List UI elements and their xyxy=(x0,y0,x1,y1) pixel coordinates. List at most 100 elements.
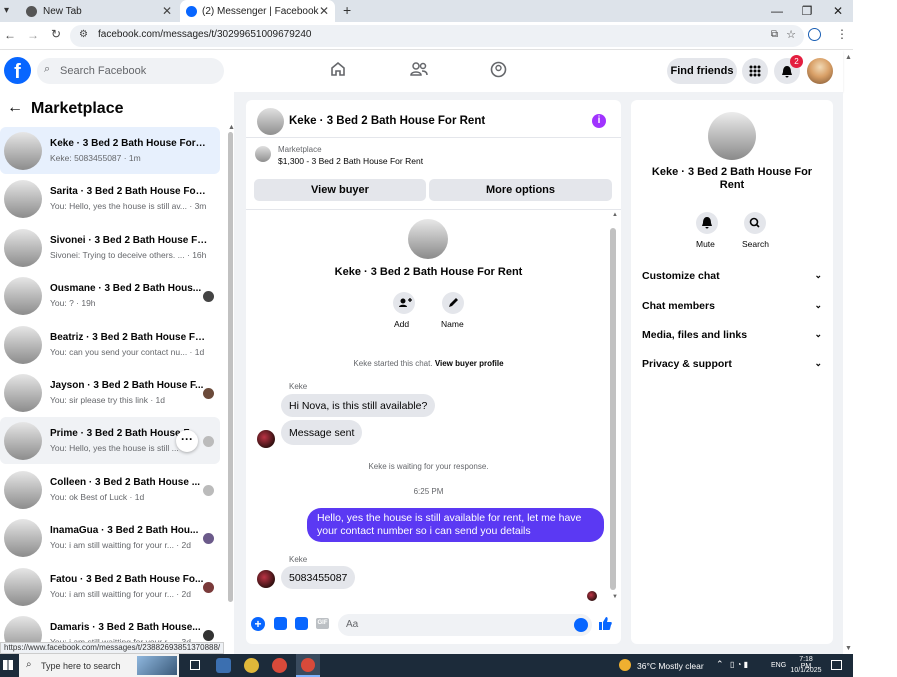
search-label: Search xyxy=(742,239,769,249)
my-message-bubble[interactable]: Hello, yes the house is still available … xyxy=(307,508,604,542)
page-scroll-down-icon[interactable]: ▼ xyxy=(845,645,852,652)
account-avatar[interactable] xyxy=(807,58,833,84)
taskbar-search[interactable]: ⌕ Type here to search xyxy=(19,654,179,677)
profile-avatar[interactable] xyxy=(408,219,448,259)
scroll-up-icon[interactable]: ▲ xyxy=(228,124,235,131)
tray-icons[interactable]: ▯ ◔ ▮ xyxy=(730,660,748,669)
conversation-item[interactable]: Jayson · 3 Bed 2 Bath House F... You: sir… xyxy=(0,369,220,416)
tab-list-chevron-icon[interactable]: ▾ xyxy=(4,5,9,16)
scroll-down-icon[interactable]: ▼ xyxy=(612,594,618,600)
read-receipt-avatar xyxy=(203,484,214,496)
tab-messenger[interactable]: (2) Messenger | Facebook ✕ xyxy=(180,0,335,22)
row-label: Customize chat xyxy=(642,270,720,282)
groups-icon[interactable] xyxy=(490,61,507,78)
conversation-item[interactable]: Keke · 3 Bed 2 Bath House For R... Keke: … xyxy=(0,127,220,174)
close-tab-icon[interactable]: ✕ xyxy=(319,4,329,18)
view-buyer-button[interactable]: View buyer xyxy=(254,179,426,201)
desktop-background xyxy=(853,0,897,677)
message-input[interactable]: Aa xyxy=(338,614,592,636)
sender-avatar[interactable] xyxy=(257,570,275,588)
info-icon[interactable]: i xyxy=(592,114,606,128)
more-options-button[interactable]: More options xyxy=(429,179,612,201)
close-tab-icon[interactable]: ✕ xyxy=(162,4,172,18)
conversation-item[interactable]: Beatriz · 3 Bed 2 Bath House For... You: … xyxy=(0,321,220,368)
message-bubble[interactable]: Hi Nova, is this still available? xyxy=(281,394,436,417)
like-thumb-icon[interactable] xyxy=(598,616,613,631)
gif-icon[interactable]: GIF xyxy=(316,618,329,629)
sidebar-scrollbar[interactable] xyxy=(228,132,233,602)
back-arrow-icon[interactable]: ← xyxy=(7,99,23,117)
reload-icon[interactable]: ↻ xyxy=(51,27,61,41)
clock-date[interactable]: 10/1/2025 xyxy=(789,667,823,674)
bookmark-star-icon[interactable]: ☆ xyxy=(786,28,796,41)
sticker-icon[interactable] xyxy=(295,617,308,630)
conversation-item[interactable]: Sivonei · 3 Bed 2 Bath House For... Sivon… xyxy=(0,224,220,271)
friends-icon[interactable] xyxy=(410,61,428,77)
edit-name-button[interactable] xyxy=(442,292,464,314)
tab-new-tab[interactable]: New Tab ✕ xyxy=(18,0,178,22)
notifications-bell-icon[interactable]: 2 xyxy=(774,55,803,84)
restore-button[interactable]: ❐ xyxy=(792,0,822,22)
photo-icon[interactable] xyxy=(274,617,287,630)
address-bar[interactable]: ⚙ facebook.com/messages/t/30299651009679… xyxy=(70,25,804,47)
menu-grid-icon[interactable] xyxy=(742,58,768,84)
conversation-avatar xyxy=(4,470,42,509)
file-explorer-icon[interactable] xyxy=(216,658,231,673)
customize-chat-row[interactable]: Customize chat ⌄ xyxy=(642,270,822,282)
weather-text[interactable]: 36°C Mostly clear xyxy=(637,661,704,671)
listing-price[interactable]: $1,300 - 3 Bed 2 Bath House For Rent xyxy=(278,156,423,166)
view-buyer-profile-link[interactable]: View buyer profile xyxy=(435,359,504,368)
minimize-button[interactable]: — xyxy=(762,0,792,22)
conversation-avatar xyxy=(4,180,42,219)
new-tab-button[interactable]: + xyxy=(343,2,351,18)
chat-avatar[interactable] xyxy=(257,108,284,135)
windows-start-icon[interactable] xyxy=(3,660,13,670)
chat-title[interactable]: Keke · 3 Bed 2 Bath House For Rent xyxy=(289,115,485,127)
conversation-item[interactable]: Colleen · 3 Bed 2 Bath House ... You: ok … xyxy=(0,466,220,513)
sender-name: Keke xyxy=(289,382,308,391)
facebook-logo-icon[interactable]: f xyxy=(4,57,31,84)
conversation-snippet: Keke: 5083455087 · 1m xyxy=(50,153,141,163)
chrome-active-icon[interactable] xyxy=(296,654,320,677)
conversation-item[interactable]: Fatou · 3 Bed 2 Bath House Fo... You: i a… xyxy=(0,563,220,610)
weather-icon[interactable] xyxy=(619,659,631,671)
chat-members-row[interactable]: Chat members ⌄ xyxy=(642,300,822,312)
sender-avatar[interactable] xyxy=(257,430,275,448)
site-info-icon[interactable]: ⚙ xyxy=(79,29,88,40)
search-in-chat-button[interactable] xyxy=(744,212,766,234)
message-bubble[interactable]: Message sent xyxy=(281,420,363,445)
install-app-icon[interactable]: ⧉ xyxy=(771,29,778,40)
close-window-button[interactable]: ✕ xyxy=(823,0,853,22)
page-scroll-up-icon[interactable]: ▲ xyxy=(845,54,852,61)
add-person-button[interactable] xyxy=(393,292,415,314)
conversation-item[interactable]: Sarita · 3 Bed 2 Bath House For ... You: … xyxy=(0,175,220,222)
details-avatar[interactable] xyxy=(708,112,756,160)
privacy-support-row[interactable]: Privacy & support ⌄ xyxy=(642,358,822,370)
chrome-taskbar-icon[interactable] xyxy=(244,658,259,673)
menu-dots-icon[interactable]: ⋮ xyxy=(836,27,848,41)
forward-icon[interactable]: → xyxy=(27,28,39,42)
search-facebook-input[interactable]: ⌕ Search Facebook xyxy=(37,58,224,84)
media-files-links-row[interactable]: Media, files and links ⌄ xyxy=(642,329,822,341)
plus-icon[interactable]: + xyxy=(251,617,265,631)
task-view-icon[interactable] xyxy=(190,660,200,670)
find-friends-button[interactable]: Find friends xyxy=(667,58,737,84)
conversation-item[interactable]: InamaGua · 3 Bed 2 Bath Hou... You: i am … xyxy=(0,514,220,561)
language-indicator[interactable]: ENG xyxy=(771,662,786,669)
emoji-icon[interactable] xyxy=(574,618,588,632)
home-icon[interactable] xyxy=(330,61,346,77)
conversation-item[interactable]: Ousmane · 3 Bed 2 Bath Hous... You: ? · 1… xyxy=(0,272,220,319)
scroll-up-icon[interactable]: ▲ xyxy=(612,212,618,218)
conversation-avatar xyxy=(4,519,42,558)
profile-icon[interactable] xyxy=(808,28,821,41)
mute-button[interactable] xyxy=(696,212,718,234)
back-icon[interactable]: ← xyxy=(4,28,16,42)
message-bubble[interactable]: 5083455087 xyxy=(281,566,356,589)
chrome-profile-icon[interactable] xyxy=(272,658,287,673)
read-receipt-avatar xyxy=(203,291,214,303)
sender-name: Keke xyxy=(289,555,308,564)
conversation-item[interactable]: Prime · 3 Bed 2 Bath House F... You: Hell… xyxy=(0,417,220,465)
chat-scrollbar[interactable] xyxy=(610,228,616,590)
tray-chevron-icon[interactable]: ⌃ xyxy=(716,659,724,670)
notification-center-icon[interactable] xyxy=(831,660,842,670)
